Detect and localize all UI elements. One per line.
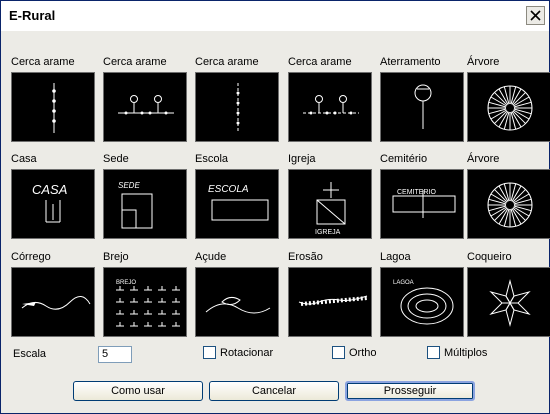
symbol-label: Coqueiro [467,251,512,263]
school-icon: ESCOLA [208,184,269,221]
symbol-cell[interactable]: Cerca arame [195,55,280,142]
palm-star-icon [489,279,531,327]
church-text: IGREJA [315,229,341,236]
close-icon [530,10,541,21]
cemetery-icon: CEMITERIO [392,189,456,218]
symbol-cell[interactable]: Cerca arame [11,55,96,142]
fence-gate-icon [118,95,174,115]
symbol-button[interactable] [380,72,464,142]
dam-icon [205,296,271,314]
fence-post-icon [52,83,56,133]
symbol-button[interactable] [467,267,550,337]
symbol-cell[interactable]: Lagoa LAGOA [380,250,465,337]
symbol-label: Aterramento [380,56,441,68]
house-icon: CASA [32,182,67,223]
symbol-label: Cerca arame [11,56,75,68]
symbol-button[interactable] [11,72,95,142]
symbol-cell[interactable]: Árvore [467,55,550,142]
symbol-button[interactable]: BREJO [103,267,187,337]
scale-label: Escala [13,348,47,360]
symbol-label: Brejo [103,251,129,263]
checkbox-box[interactable] [332,346,345,359]
symbol-label: Árvore [467,153,500,165]
symbol-label: Cerca arame [195,56,259,68]
marsh-text: BREJO [116,280,136,286]
house-text: CASA [32,182,67,197]
ortho-label: Ortho [349,346,377,359]
title-bar: E-Rural [1,1,549,31]
window-title: E-Rural [9,8,56,23]
symbol-button[interactable] [195,267,279,337]
ortho-checkbox[interactable]: Ortho [332,346,377,359]
erosion-icon [298,295,368,306]
church-icon: IGREJA [315,182,346,236]
symbol-button[interactable] [288,267,372,337]
school-text: ESCOLA [208,184,249,195]
symbol-cell[interactable]: Igreja IGREJA [288,152,373,239]
tree-circle-icon [487,182,533,228]
rotate-checkbox[interactable]: Rotacionar [203,346,273,359]
symbol-cell[interactable]: Córrego [11,250,96,337]
tree-circle-icon [487,85,533,131]
cemetery-text: CEMITERIO [397,189,436,196]
symbol-label: Igreja [288,153,316,165]
symbol-cell[interactable]: Cerca arame [103,55,188,142]
symbol-button[interactable]: IGREJA [288,169,372,239]
dialog-body: Cerca arame Cerca arame Cerca arame Cerca a… [1,31,550,413]
symbol-label: Cerca arame [288,56,352,68]
symbol-cell[interactable]: Coqueiro [467,250,550,337]
symbol-button[interactable] [288,72,372,142]
symbol-cell[interactable]: Cerca arame [288,55,373,142]
cancel-button[interactable]: Cancelar [209,381,339,401]
symbol-label: Escola [195,153,229,165]
fence-gate-dashed-icon [303,95,359,115]
symbol-label: Cemitério [380,153,428,165]
stream-icon [21,296,91,310]
symbol-cell[interactable]: Casa CASA [11,152,96,239]
symbol-button[interactable]: ESCOLA [195,169,279,239]
symbol-cell[interactable]: Brejo BREJO [103,250,188,337]
symbol-button[interactable] [11,267,95,337]
symbol-cell[interactable]: Erosão [288,250,373,337]
scale-input[interactable]: 5 [98,346,132,363]
dialog-window: E-Rural Cerca arame Cerca arame Cerca aram… [0,0,550,414]
symbol-button[interactable] [467,72,550,142]
checkbox-box[interactable] [203,346,216,359]
symbol-label: Erosão [288,251,323,263]
symbol-label: Árvore [467,56,500,68]
symbol-button[interactable] [195,72,279,142]
lake-text: LAGOA [393,280,414,286]
symbol-cell[interactable]: Árvore [467,152,550,239]
symbol-button[interactable]: CASA [11,169,95,239]
proceed-button[interactable]: Prosseguir [345,381,475,401]
symbol-label: Casa [11,153,37,165]
symbol-cell[interactable]: Sede SEDE [103,152,188,239]
headquarters-icon: SEDE [118,181,153,229]
help-button[interactable]: Como usar [73,381,203,401]
multiple-label: Múltiplos [444,346,488,359]
checkbox-box[interactable] [427,346,440,359]
close-button[interactable] [526,6,545,25]
grounding-icon [414,84,432,129]
symbol-button[interactable]: SEDE [103,169,187,239]
symbol-button[interactable] [467,169,550,239]
symbol-button[interactable]: LAGOA [380,267,464,337]
symbol-cell[interactable]: Aterramento [380,55,465,142]
rotate-label: Rotacionar [220,346,274,359]
symbol-label: Cerca arame [103,56,167,68]
symbol-button[interactable]: CEMITERIO [380,169,464,239]
symbol-label: Córrego [11,251,51,263]
symbol-cell[interactable]: Açude [195,250,280,337]
marsh-icon: BREJO [116,280,180,327]
symbol-button[interactable] [103,72,187,142]
multiple-checkbox[interactable]: Múltiplos [427,346,487,359]
lake-icon: LAGOA [393,280,454,325]
fence-dashed-icon [236,83,240,133]
symbol-cell[interactable]: Cemitério CEMITERIO [380,152,465,239]
symbol-cell[interactable]: Escola ESCOLA [195,152,280,239]
symbol-label: Sede [103,153,129,165]
symbol-label: Lagoa [380,251,411,263]
symbol-label: Açude [195,251,227,263]
hq-text: SEDE [118,181,140,190]
